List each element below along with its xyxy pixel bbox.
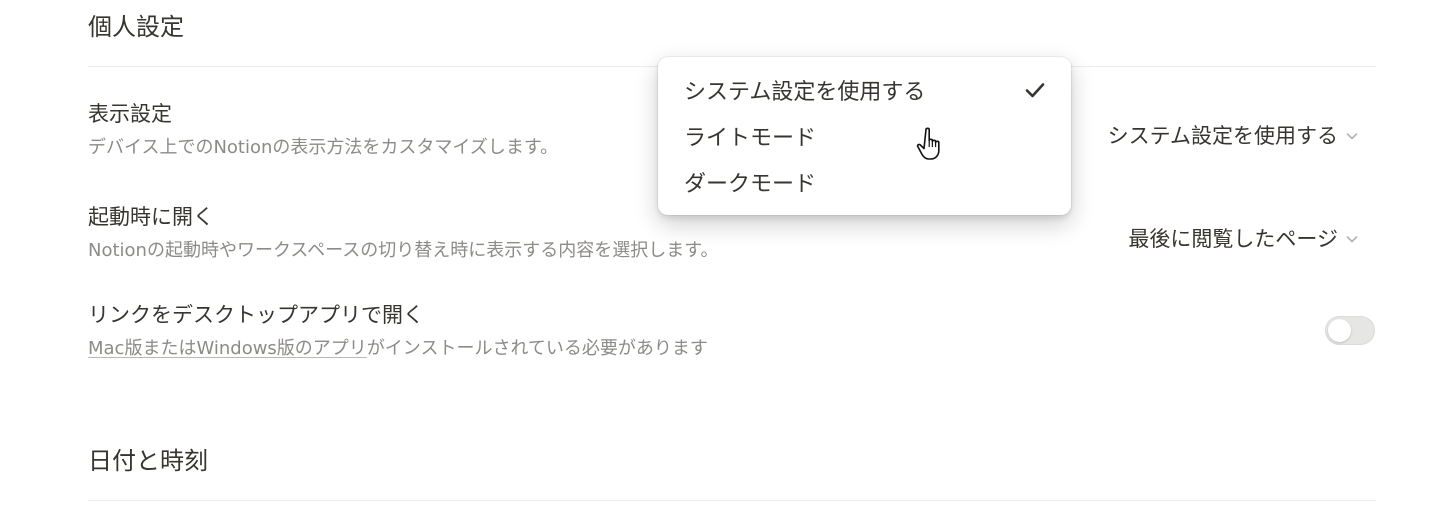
- startup-description: Notionの起動時やワークスペースの切り替え時に表示する内容を選択します。: [88, 240, 719, 261]
- menu-item-system[interactable]: システム設定を使用する: [684, 70, 1047, 110]
- chevron-down-icon: [1346, 133, 1358, 140]
- appearance-select-value: システム設定を使用する: [1107, 124, 1338, 148]
- chevron-down-icon: [1346, 236, 1358, 243]
- startup-label: 起動時に開く: [88, 205, 214, 229]
- menu-item-label: ライトモード: [684, 126, 817, 151]
- appearance-label: 表示設定: [88, 102, 172, 126]
- menu-item-label: ダークモード: [684, 172, 817, 197]
- toggle-knob: [1328, 319, 1351, 342]
- section-title-personal: 個人設定: [88, 13, 184, 41]
- menu-item-dark[interactable]: ダークモード: [684, 162, 1047, 202]
- desktop-links-description-rest: がインストールされている必要があります: [366, 338, 708, 359]
- desktop-links-toggle[interactable]: [1325, 316, 1375, 345]
- startup-select-value: 最後に閲覧したページ: [1128, 227, 1338, 251]
- desktop-links-label: リンクをデスクトップアプリで開く: [88, 303, 424, 327]
- menu-item-light[interactable]: ライトモード: [684, 116, 1047, 156]
- desktop-app-link[interactable]: Mac版またはWindows版のアプリ: [88, 338, 367, 359]
- appearance-select[interactable]: システム設定を使用する: [1108, 122, 1360, 150]
- menu-item-label: システム設定を使用する: [684, 80, 926, 105]
- section-title-datetime: 日付と時刻: [88, 447, 208, 475]
- appearance-dropdown-menu: システム設定を使用する ライトモード ダークモード: [658, 57, 1071, 215]
- startup-select[interactable]: 最後に閲覧したページ: [1128, 225, 1360, 253]
- appearance-description: デバイス上でのNotionの表示方法をカスタマイズします。: [88, 137, 559, 158]
- desktop-links-description: Mac版またはWindows版のアプリがインストールされている必要があります: [88, 337, 708, 361]
- check-icon: [1025, 83, 1045, 98]
- section-divider: [88, 500, 1376, 501]
